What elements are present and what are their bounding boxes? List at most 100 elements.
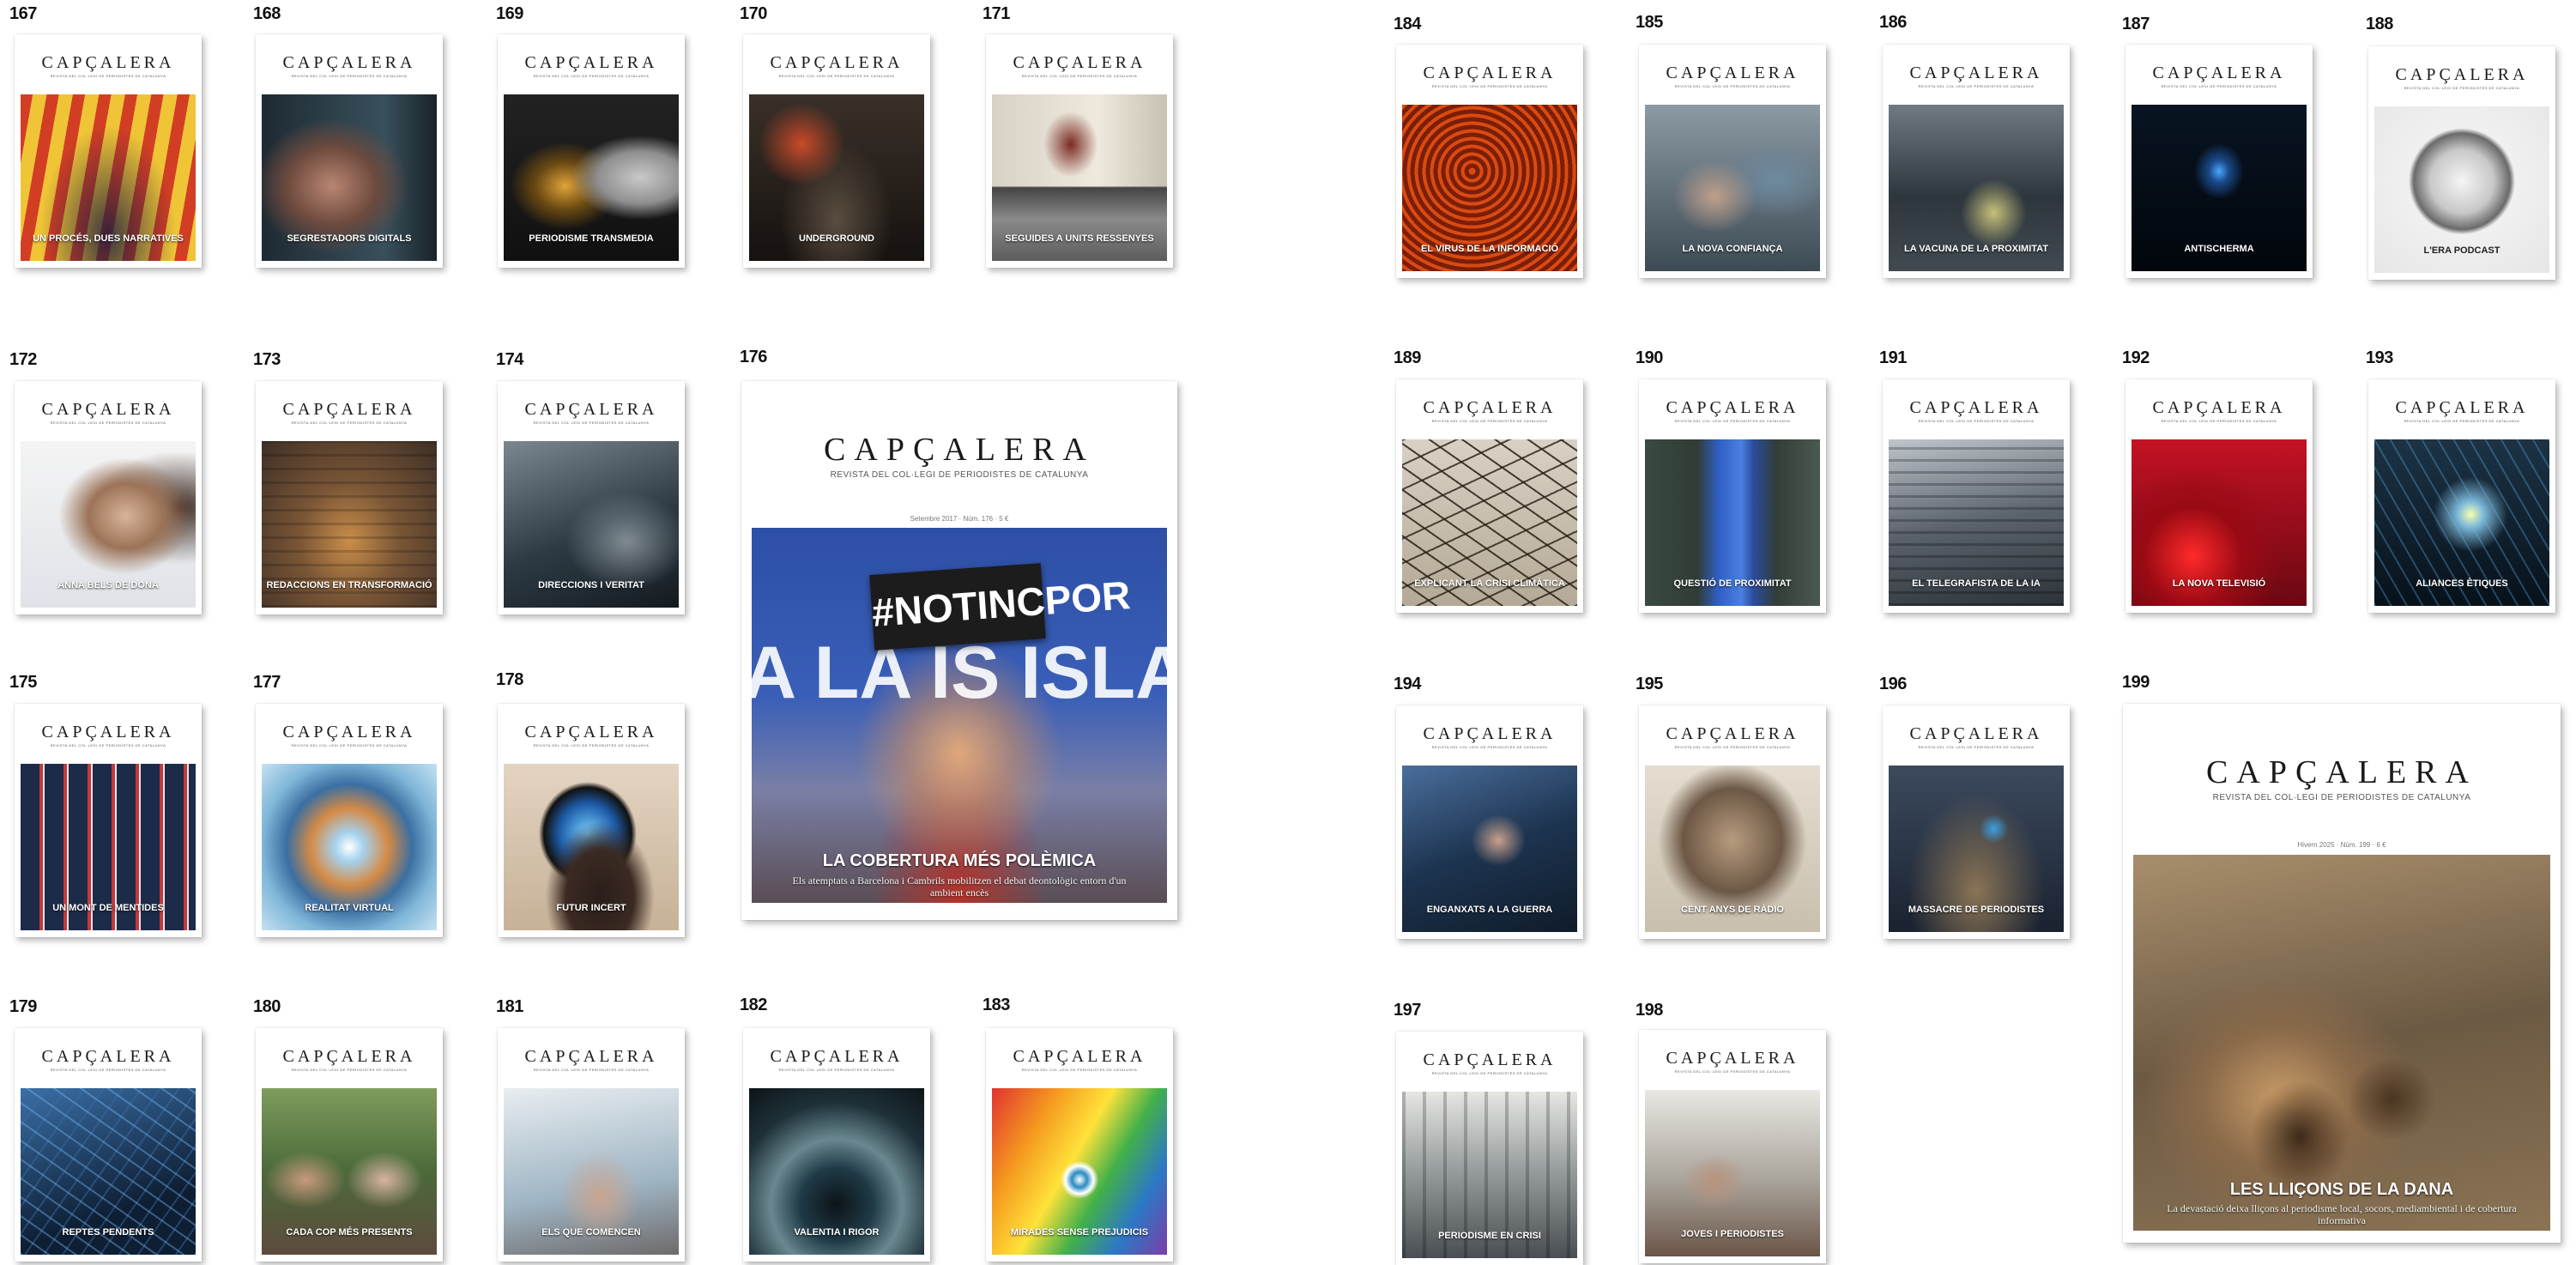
masthead: CAPÇALERA [1423,724,1557,743]
issue-number-171: 171 [983,4,1010,23]
issue-meta: Setembre 2017 · Núm. 176 · 5 € [910,515,1009,523]
issue-number-191: 191 [1879,348,1907,367]
cover-headline: EL VIRUS DE LA INFORMACIÓ [1420,244,1559,254]
cover-193[interactable]: CAPÇALERA REVISTA DEL COL·LEGI DE PERIOD… [2368,379,2555,613]
tagline: REVISTA DEL COL·LEGI DE PERIODISTES DE C… [291,421,408,425]
cover-174[interactable]: CAPÇALERA REVISTA DEL COL·LEGI DE PERIOD… [498,381,685,614]
cover-196[interactable]: CAPÇALERA REVISTA DEL COL·LEGI DE PERIOD… [1883,705,2070,939]
cover-headline: CADA COP MÉS PRESENTS [286,1227,413,1238]
issue-number-187: 187 [2122,15,2150,33]
issue-number-173: 173 [253,350,281,369]
cover-headline: REALITAT VIRTUAL [305,903,394,913]
tagline: REVISTA DEL COL·LEGI DE PERIODISTES DE C… [1674,419,1791,423]
masthead: CAPÇALERA [2152,64,2286,82]
tagline: REVISTA DEL COL·LEGI DE PERIODISTES DE C… [1021,74,1138,78]
tagline: REVISTA DEL COL·LEGI DE PERIODISTES DE C… [291,1068,408,1072]
masthead: CAPÇALERA [41,1047,175,1066]
cover-182[interactable]: CAPÇALERA REVISTA DEL COL·LEGI DE PERIOD… [743,1028,930,1262]
cover-180[interactable]: CAPÇALERA REVISTA DEL COL·LEGI DE PERIOD… [256,1028,443,1262]
masthead: CAPÇALERA [282,53,416,72]
tagline: REVISTA DEL COL·LEGI DE PERIODISTES DE C… [1918,419,2035,423]
cover-169[interactable]: CAPÇALERA REVISTA DEL COL·LEGI DE PERIOD… [498,34,685,268]
cover-headline: UN MONT DE MENTIDES [52,903,164,913]
cover-178[interactable]: CAPÇALERA REVISTA DEL COL·LEGI DE PERIOD… [498,704,685,937]
masthead: CAPÇALERA [282,1047,416,1066]
issue-number-168: 168 [253,4,281,23]
tagline: REVISTA DEL COL·LEGI DE PERIODISTES DE C… [533,74,650,78]
cover-headline: ANNA BELS DE DONA [57,580,159,590]
cover-170[interactable]: CAPÇALERA REVISTA DEL COL·LEGI DE PERIOD… [743,34,930,268]
cover-167[interactable]: CAPÇALERA REVISTA DEL COL·LEGI DE PERIOD… [15,34,202,268]
cover-188[interactable]: CAPÇALERA REVISTA DEL COL·LEGI DE PERIOD… [2368,46,2555,280]
masthead: CAPÇALERA [824,432,1095,468]
cover-186[interactable]: CAPÇALERA REVISTA DEL COL·LEGI DE PERIOD… [1883,45,2070,278]
tagline: REVISTA DEL COL·LEGI DE PERIODISTES DE C… [1431,745,1548,749]
issue-number-170: 170 [740,4,767,23]
cover-headline: LA COBERTURA MÉS POLÈMICA [822,851,1097,870]
masthead: CAPÇALERA [770,53,904,72]
cover-197[interactable]: CAPÇALERA REVISTA DEL COL·LEGI DE PERIOD… [1396,1032,1583,1265]
cover-175[interactable]: CAPÇALERA REVISTA DEL COL·LEGI DE PERIOD… [15,704,202,937]
cover-headline: VALENTIA I RIGOR [794,1227,880,1238]
issue-number-172: 172 [9,350,37,369]
masthead: CAPÇALERA [2395,65,2529,84]
tagline: REVISTA DEL COL·LEGI DE PERIODISTES DE C… [2161,419,2277,423]
cover-172[interactable]: CAPÇALERA REVISTA DEL COL·LEGI DE PERIOD… [15,381,202,614]
cover-177[interactable]: CAPÇALERA REVISTA DEL COL·LEGI DE PERIOD… [256,704,443,937]
cover-headline: ELS QUE COMENCEN [541,1227,641,1238]
tagline: REVISTA DEL COL·LEGI DE PERIODISTES DE C… [291,74,408,78]
cover-173[interactable]: CAPÇALERA REVISTA DEL COL·LEGI DE PERIOD… [256,381,443,614]
issue-number-193: 193 [2366,348,2393,367]
cover-photo [2133,855,2550,1231]
cover-191[interactable]: CAPÇALERA REVISTA DEL COL·LEGI DE PERIOD… [1883,379,2070,613]
cover-headline: L'ERA PODCAST [2423,245,2500,256]
cover-headline: SEGUIDES A UNITS RESSENYES [1005,233,1154,244]
issue-number-180: 180 [253,997,281,1016]
cover-171[interactable]: CAPÇALERA REVISTA DEL COL·LEGI DE PERIOD… [986,34,1173,268]
tagline: REVISTA DEL COL·LEGI DE PERIODISTES DE C… [778,74,895,78]
cover-195[interactable]: CAPÇALERA REVISTA DEL COL·LEGI DE PERIOD… [1639,705,1826,939]
cover-198[interactable]: CAPÇALERA REVISTA DEL COL·LEGI DE PERIOD… [1639,1030,1826,1263]
issue-number-190: 190 [1636,348,1663,367]
left-cover-grid: 167 CAPÇALERA REVISTA DEL COL·LEGI DE PE… [0,0,1193,1264]
issue-number-188: 188 [2366,15,2393,33]
cover-192[interactable]: CAPÇALERA REVISTA DEL COL·LEGI DE PERIOD… [2126,379,2313,613]
cover-headline: CENT ANYS DE RÀDIO [1681,905,1784,915]
cover-headline: PERIODISME EN CRISI [1438,1231,1541,1241]
cover-187[interactable]: CAPÇALERA REVISTA DEL COL·LEGI DE PERIOD… [2126,45,2313,278]
masthead: CAPÇALERA [1013,1047,1146,1066]
cover-headline: FUTUR INCERT [556,903,626,913]
tagline: REVISTA DEL COL·LEGI DE PERIODISTES DE C… [2161,84,2277,88]
cover-headline: ENGANXATS A LA GUERRA [1426,905,1553,915]
cover-184[interactable]: CAPÇALERA REVISTA DEL COL·LEGI DE PERIOD… [1396,45,1583,278]
cover-headline: LA VACUNA DE LA PROXIMITAT [1903,244,2049,254]
cover-headline: MASSACRE DE PERIODISTES [1908,905,2045,915]
cover-headline: LA NOVA TELEVISIÓ [2172,578,2266,589]
tagline: REVISTA DEL COL·LEGI DE PERIODISTES DE C… [1431,84,1548,88]
cover-179[interactable]: CAPÇALERA REVISTA DEL COL·LEGI DE PERIOD… [15,1028,202,1262]
cover-headline: EL TELEGRAFISTA DE LA IA [1912,578,2041,589]
cover-168[interactable]: CAPÇALERA REVISTA DEL COL·LEGI DE PERIOD… [256,34,443,268]
masthead: CAPÇALERA [2206,754,2477,790]
cover-176[interactable]: CAPÇALERA REVISTA DEL COL·LEGI DE PERIOD… [741,381,1177,920]
issue-number-192: 192 [2122,348,2150,367]
cover-199[interactable]: CAPÇALERA REVISTA DEL COL·LEGI DE PERIOD… [2123,704,2561,1243]
issue-number-197: 197 [1394,1001,1421,1020]
issue-number-181: 181 [496,997,523,1016]
cover-189[interactable]: CAPÇALERA REVISTA DEL COL·LEGI DE PERIOD… [1396,379,1583,613]
masthead: CAPÇALERA [1909,724,2043,743]
issue-number-185: 185 [1636,13,1663,32]
cover-190[interactable]: CAPÇALERA REVISTA DEL COL·LEGI DE PERIOD… [1639,379,1826,613]
right-cover-grid: 184 CAPÇALERA REVISTA DEL COL·LEGI DE PE… [1373,0,2576,1265]
cover-185[interactable]: CAPÇALERA REVISTA DEL COL·LEGI DE PERIOD… [1639,45,1826,278]
cover-183[interactable]: CAPÇALERA REVISTA DEL COL·LEGI DE PERIOD… [986,1028,1173,1262]
cover-194[interactable]: CAPÇALERA REVISTA DEL COL·LEGI DE PERIOD… [1396,705,1583,939]
issue-number-196: 196 [1879,675,1907,693]
cover-181[interactable]: CAPÇALERA REVISTA DEL COL·LEGI DE PERIOD… [498,1028,685,1262]
masthead: CAPÇALERA [2395,398,2529,417]
masthead: CAPÇALERA [524,723,658,741]
cover-headline: PERIODISME TRANSMEDIA [529,233,654,244]
cover-photo: A LA IS ISLAMOFÒBIA #NOTINCPOR [752,528,1167,903]
cover-headline: UNDERGROUND [799,233,874,244]
issue-number-195: 195 [1636,675,1663,693]
